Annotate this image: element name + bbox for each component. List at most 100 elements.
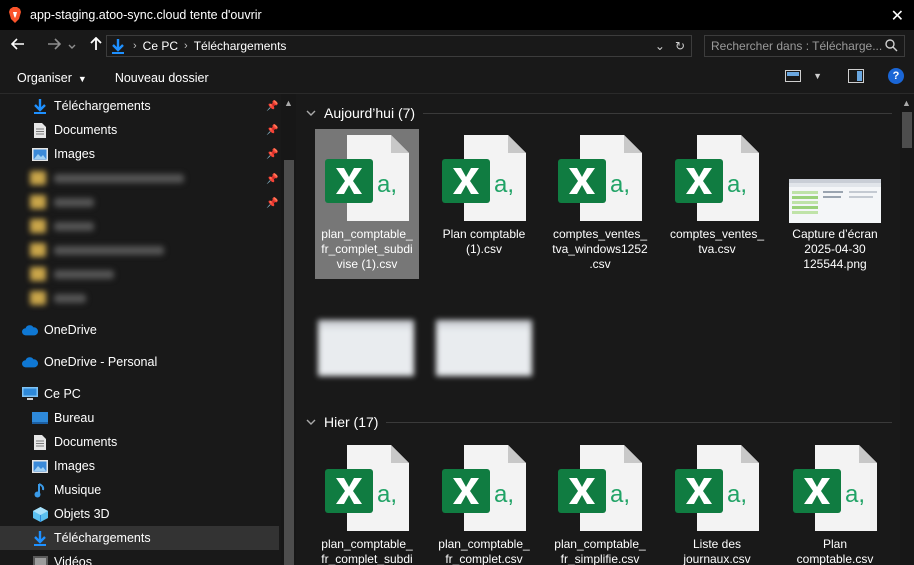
excel-csv-icon: [675, 135, 759, 221]
download-arrow-icon: [112, 39, 124, 54]
recent-locations-button[interactable]: [66, 37, 78, 55]
file-name: plan_comptable_ fr_complet.csv: [438, 537, 530, 565]
command-bar: Organiser ▼ Nouveau dossier ▼ ?: [0, 62, 914, 94]
pin-icon: 📌: [266, 198, 279, 209]
breadcrumb-this-pc[interactable]: Ce PC: [143, 39, 178, 53]
file-name: plan_comptable_ fr_simplifie.csv: [554, 537, 646, 565]
computer-icon: [22, 386, 38, 402]
blurred-folder-item: [30, 290, 86, 306]
file-item[interactable]: Plan comptable.csv: [783, 439, 887, 565]
group-title: Aujourd’hui (7): [324, 105, 416, 121]
desktop-icon: [32, 410, 48, 426]
sidebar-item-downloads[interactable]: Téléchargements: [0, 526, 279, 550]
search-input[interactable]: Rechercher dans : Télécharge...: [704, 35, 905, 57]
sidebar-item-label: Vidéos: [54, 555, 92, 565]
up-button[interactable]: [84, 36, 108, 56]
help-button[interactable]: ?: [888, 68, 904, 84]
breadcrumb-separator: ›: [133, 40, 137, 52]
blurred-folder-item: [30, 266, 114, 282]
sidebar-item-3d-objects[interactable]: Objets 3D: [0, 502, 279, 526]
sidebar-item-videos[interactable]: Vidéos: [0, 550, 279, 565]
sidebar-item-documents[interactable]: Documents: [0, 430, 279, 454]
back-button[interactable]: [6, 37, 30, 55]
breadcrumb-downloads[interactable]: Téléchargements: [194, 39, 287, 53]
sidebar-item-this-pc[interactable]: Ce PC: [0, 382, 279, 406]
sidebar-scrollbar-thumb[interactable]: [284, 160, 294, 565]
content-scrollbar[interactable]: [900, 94, 914, 565]
excel-csv-icon: [675, 445, 759, 531]
pin-icon: 📌: [266, 100, 279, 112]
group-divider: [423, 112, 892, 114]
sidebar-item-label: Téléchargements: [54, 531, 151, 545]
file-item[interactable]: Capture d’écran 2025-04-30 125544.png: [783, 129, 887, 279]
sidebar-item-label: Images: [54, 459, 95, 473]
new-folder-button[interactable]: Nouveau dossier: [115, 71, 209, 85]
file-name: comptes_ventes_ tva.csv: [669, 227, 765, 256]
view-options-icon[interactable]: [785, 70, 802, 82]
scroll-up-arrow-icon[interactable]: ▲: [284, 98, 293, 108]
file-list: Aujourd’hui (7) plan_comptable_ fr_compl…: [296, 94, 900, 565]
blurred-file-thumbnail: [436, 320, 532, 376]
blurred-file-thumbnail: [318, 320, 414, 376]
sidebar-item-label: OneDrive: [44, 323, 97, 337]
organize-menu-button[interactable]: Organiser ▼: [17, 71, 87, 85]
back-arrow-icon: [10, 38, 24, 50]
title-bar: app-staging.atoo-sync.cloud tente d'ouvr…: [0, 0, 914, 30]
sidebar-item-documents-quick[interactable]: Documents 📌: [0, 118, 279, 142]
sidebar-item-label: Téléchargements: [54, 99, 151, 113]
excel-csv-icon: [325, 135, 409, 221]
caret-down-icon: ▼: [77, 73, 87, 84]
blurred-folder-item: [30, 194, 94, 210]
refresh-button[interactable]: ↻: [675, 39, 685, 53]
group-header-yesterday[interactable]: Hier (17): [306, 414, 892, 430]
file-item[interactable]: plan_comptable_ fr_complet.csv: [432, 439, 536, 565]
picture-icon: [32, 458, 48, 474]
sidebar-item-label: Objets 3D: [54, 507, 110, 521]
sidebar-item-label: OneDrive - Personal: [44, 355, 158, 369]
chevron-down-icon: [68, 44, 76, 49]
download-arrow-icon: [32, 530, 48, 546]
search-icon: [885, 39, 898, 52]
sidebar-item-music[interactable]: Musique: [0, 478, 279, 502]
pin-icon: 📌: [266, 148, 279, 160]
file-item[interactable]: comptes_ventes_ tva_windows1252 .csv: [548, 129, 652, 279]
sidebar-item-onedrive[interactable]: OneDrive: [0, 318, 279, 342]
view-options-dropdown-icon[interactable]: ▼: [813, 71, 822, 81]
pin-icon: 📌: [266, 124, 279, 136]
file-name: Plan comptable (1).csv: [442, 227, 526, 256]
file-item[interactable]: comptes_ventes_ tva.csv: [665, 129, 769, 279]
sidebar-item-label: Documents: [54, 123, 118, 137]
preview-pane-icon[interactable]: [848, 69, 864, 83]
close-button[interactable]: ✕: [891, 6, 904, 26]
file-item[interactable]: plan_comptable_ fr_complet_subdi: [315, 439, 419, 565]
address-history-button[interactable]: ⌄: [655, 39, 665, 53]
sidebar-item-images-quick[interactable]: Images 📌: [0, 142, 279, 166]
file-item[interactable]: Plan comptable (1).csv: [432, 129, 536, 279]
blurred-folder-item: [30, 218, 94, 234]
sidebar-item-onedrive-personal[interactable]: OneDrive - Personal: [0, 350, 279, 374]
sidebar-item-label: Images: [54, 147, 95, 161]
excel-csv-icon: [558, 445, 642, 531]
sidebar-item-desktop[interactable]: Bureau: [0, 406, 279, 430]
sidebar-item-images[interactable]: Images: [0, 454, 279, 478]
sidebar-item-downloads-quick[interactable]: Téléchargements 📌: [0, 94, 279, 118]
chevron-down-icon[interactable]: [306, 417, 322, 428]
excel-csv-icon: [442, 445, 526, 531]
pin-icon: 📌: [266, 174, 279, 185]
organize-label: Organiser: [17, 70, 72, 85]
forward-button[interactable]: [42, 37, 66, 55]
file-item[interactable]: plan_comptable_ fr_simplifie.csv: [548, 439, 652, 565]
file-item[interactable]: Liste des journaux.csv: [665, 439, 769, 565]
scroll-up-arrow-icon[interactable]: ▲: [902, 98, 911, 108]
sidebar-item-label: Bureau: [54, 411, 95, 425]
group-title: Hier (17): [324, 414, 379, 430]
content-scrollbar-thumb[interactable]: [902, 112, 912, 148]
screenshot-thumbnail: [789, 179, 881, 223]
address-bar[interactable]: › Ce PC › Téléchargements ⌄ ↻: [106, 35, 692, 57]
chevron-down-icon[interactable]: [306, 108, 322, 119]
group-header-today[interactable]: Aujourd’hui (7): [306, 105, 892, 121]
download-arrow-icon: [32, 98, 48, 114]
forward-arrow-icon: [48, 38, 62, 50]
excel-csv-icon: [325, 445, 409, 531]
file-item[interactable]: plan_comptable_ fr_complet_subdi vise (1…: [315, 129, 419, 279]
